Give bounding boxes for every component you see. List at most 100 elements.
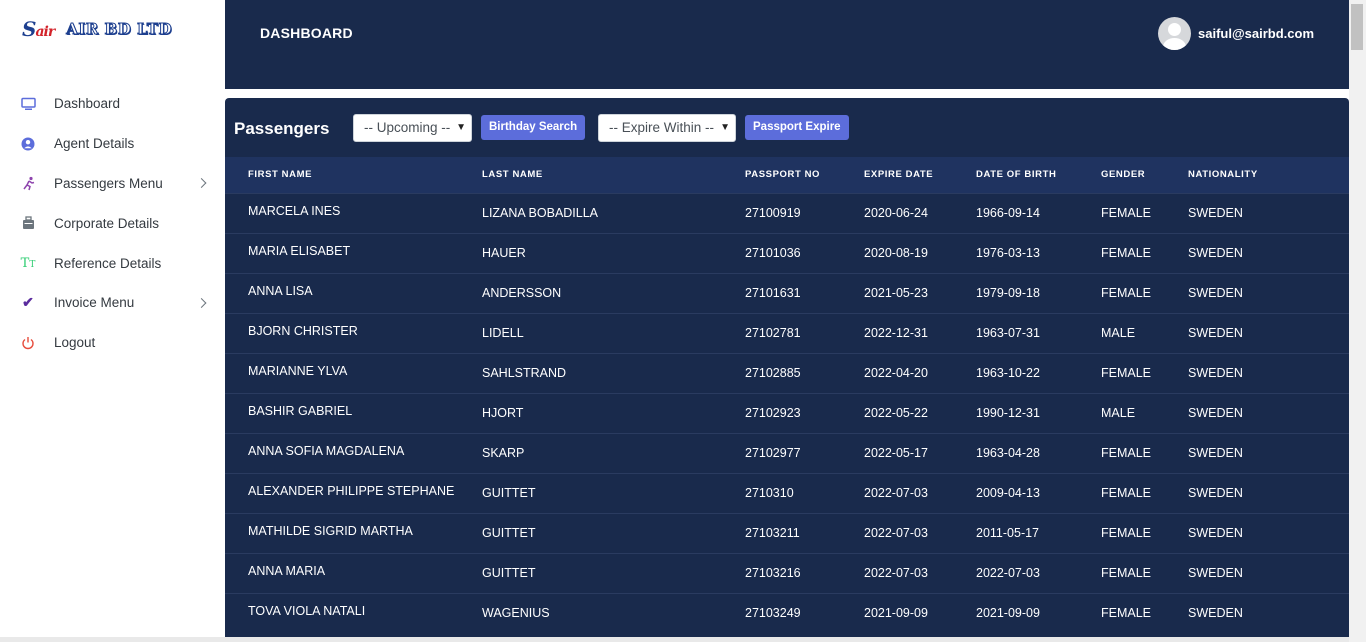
table-cell: ANNA SOFIA MAGDALENA — [248, 444, 405, 458]
table-cell: 1990-12-31 — [976, 406, 1040, 420]
sidebar-item-corporate-details[interactable]: Corporate Details — [0, 203, 225, 243]
table-cell: 2021-09-09 — [864, 606, 928, 621]
chevron-right-icon — [196, 178, 207, 189]
vertical-scrollbar[interactable] — [1349, 0, 1366, 642]
table-cell: GUITTET — [482, 486, 536, 500]
briefcase-icon — [20, 215, 36, 231]
sidebar-item-label: Dashboard — [54, 96, 121, 112]
column-header-date-of-birth[interactable]: DATE OF BIRTH — [976, 157, 1101, 193]
table-cell: GUITTET — [482, 566, 536, 580]
table-cell: FEMALE — [1101, 366, 1152, 380]
caret-down-icon: ▼ — [456, 122, 466, 133]
table-cell: FEMALE — [1101, 246, 1152, 260]
column-header-first-name[interactable]: FIRST NAME — [225, 157, 482, 193]
table-cell: SWEDEN — [1188, 406, 1243, 420]
passport-expire-button[interactable]: Passport Expire — [745, 115, 849, 140]
table-row[interactable]: MARCELA INES LIZANA BOBADILLA 27100919 2020… — [225, 193, 1349, 233]
upcoming-select-value: -- Upcoming -- — [364, 120, 451, 135]
sidebar-item-label: Agent Details — [54, 136, 135, 152]
user-menu[interactable]: saiful@sairbd.com — [1158, 17, 1314, 50]
table-cell: 2021-05-23 — [864, 286, 928, 300]
table-cell: 2009-04-13 — [976, 486, 1040, 500]
logo-mark: Sair — [22, 17, 55, 41]
logo-text: AIR BD LTD — [66, 20, 172, 39]
table-cell: 2022-12-31 — [864, 326, 928, 340]
table-cell: 2022-07-03 — [976, 566, 1040, 580]
table-cell: 27102923 — [745, 406, 801, 420]
sidebar-item-label: Reference Details — [54, 255, 162, 271]
column-header-last-name[interactable]: LAST NAME — [482, 157, 745, 193]
table-cell: FEMALE — [1101, 606, 1152, 621]
sidebar-item-label: Invoice Menu — [54, 295, 135, 311]
table-cell: HAUER — [482, 246, 526, 260]
table-cell: 1979-09-18 — [976, 286, 1040, 300]
table-cell: ANDERSSON — [482, 286, 562, 300]
table-cell: 2710310 — [745, 486, 794, 500]
expire-within-select[interactable]: -- Expire Within -- ▼ — [598, 114, 736, 142]
table-cell: 27102885 — [745, 366, 801, 380]
sidebar-item-label: Passengers Menu — [54, 175, 163, 191]
expire-select-value: -- Expire Within -- — [609, 120, 715, 135]
table-cell: FEMALE — [1101, 566, 1152, 580]
logo[interactable]: Sair AIR BD LTD — [22, 16, 172, 42]
table-cell: SAHLSTRAND — [482, 366, 567, 380]
table-cell: 2022-07-03 — [864, 526, 928, 540]
upcoming-select[interactable]: -- Upcoming -- ▼ — [353, 114, 472, 142]
table-cell: FEMALE — [1101, 486, 1152, 500]
table-row[interactable]: BJORN CHRISTER LIDELL 27102781 2022-12-31 19… — [225, 313, 1349, 353]
scrollbar-thumb[interactable] — [1351, 4, 1363, 50]
table-cell: WAGENIUS — [482, 606, 550, 621]
caret-down-icon: ▼ — [720, 122, 730, 133]
sidebar-item-passengers-menu[interactable]: Passengers Menu — [0, 164, 225, 204]
card-header: Passengers -- Upcoming -- ▼ Birthday Sea… — [225, 98, 1349, 157]
sidebar-item-dashboard[interactable]: Dashboard — [0, 84, 225, 124]
sidebar-item-logout[interactable]: Logout — [0, 323, 225, 363]
sidebar-item-label: Corporate Details — [54, 215, 160, 231]
sidebar-item-invoice-menu[interactable]: ✔ Invoice Menu — [0, 283, 225, 323]
avatar[interactable] — [1158, 17, 1192, 50]
table-cell: ANNA LISA — [248, 284, 313, 298]
table-row[interactable]: ALEXANDER PHILIPPE STEPHANE GUITTET 271031… — [225, 473, 1349, 513]
column-header-expire-date[interactable]: EXPIRE DATE — [864, 157, 976, 193]
table-row[interactable]: ANNA LISA ANDERSSON 27101631 2021-05-23 1979… — [225, 273, 1349, 313]
table-cell: SWEDEN — [1188, 206, 1243, 220]
checkmark-icon: ✔ — [22, 294, 34, 311]
column-header-gender[interactable]: GENDER — [1101, 157, 1188, 193]
table-row[interactable]: MARIA ELISABET HAUER 27101036 2020-08-19 197… — [225, 233, 1349, 273]
table-cell: 1963-10-22 — [976, 366, 1040, 380]
sidebar-item-agent-details[interactable]: Agent Details — [0, 124, 225, 164]
table-row[interactable]: TOVA VIOLA NATALI WAGENIUS 27103249 2021-09… — [225, 593, 1349, 633]
table-cell: GUITTET — [482, 526, 536, 540]
table-cell: 2022-07-03 — [864, 486, 928, 500]
table-cell: 27103211 — [745, 526, 800, 540]
table-row[interactable]: ANNA MARIA GUITTET 27103216 2022-07-03 2022-… — [225, 553, 1349, 593]
table-cell: MATHILDE SIGRID MARTHA — [248, 524, 413, 538]
table-cell: 1966-09-14 — [976, 206, 1040, 220]
table-row[interactable]: MATHILDE SIGRID MARTHA GUITTET 27103211 202… — [225, 513, 1349, 553]
table-cell: SWEDEN — [1188, 246, 1243, 260]
table-cell: 27101036 — [745, 246, 801, 260]
table-cell: SWEDEN — [1188, 366, 1243, 380]
table-cell: SWEDEN — [1188, 606, 1243, 621]
table-cell: MARIA ELISABET — [248, 244, 351, 258]
user-email[interactable]: saiful@sairbd.com — [1198, 26, 1314, 41]
page-title: DASHBOARD — [260, 25, 353, 41]
horizontal-scrollbar[interactable] — [0, 637, 1349, 642]
table-cell: 1963-07-31 — [976, 326, 1040, 340]
table-row[interactable]: ANNA SOFIA MAGDALENA SKARP 27102977 2022-05… — [225, 433, 1349, 473]
column-header-nationality[interactable]: NATIONALITY — [1188, 157, 1349, 193]
sidebar-item-label: Logout — [54, 335, 96, 351]
sidebar-item-reference-details[interactable]: TT Reference Details — [0, 243, 225, 283]
table-cell: 2020-08-19 — [864, 246, 928, 260]
sidebar-nav: Dashboard Agent Details Passengers Menu Cor… — [0, 84, 225, 363]
table-row[interactable]: BASHIR GABRIEL HJORT 27102923 2022-05-22 199… — [225, 393, 1349, 433]
column-header-passport-no[interactable]: PASSPORT NO — [745, 157, 864, 193]
passengers-card: Passengers -- Upcoming -- ▼ Birthday Sea… — [225, 98, 1349, 642]
table-cell: FEMALE — [1101, 526, 1152, 540]
table-cell: 2022-05-22 — [864, 406, 928, 420]
birthday-search-button[interactable]: Birthday Search — [481, 115, 586, 140]
table-cell: MARCELA INES — [248, 204, 341, 218]
table-row[interactable]: MARIANNE YLVA SAHLSTRAND 27102885 2022-04-2… — [225, 353, 1349, 393]
table-cell: TOVA VIOLA NATALI — [248, 604, 366, 619]
table-cell: MALE — [1101, 406, 1136, 420]
